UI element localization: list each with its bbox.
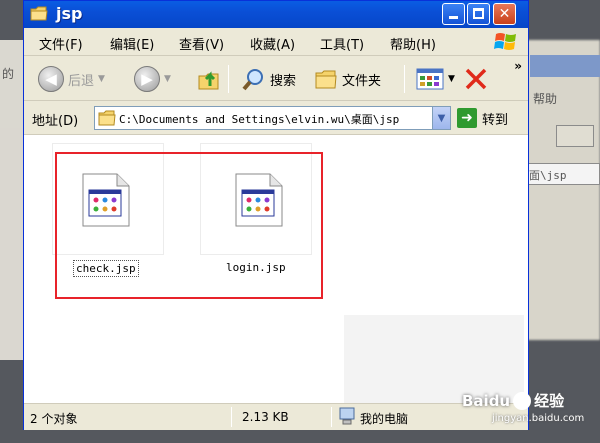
folder-icon	[30, 6, 48, 21]
status-bar: 2 个对象 2.13 KB 我的电脑	[24, 403, 528, 430]
background-path-text: 面\jsp	[529, 169, 567, 182]
status-separator	[231, 407, 232, 427]
baidu-paw-icon	[513, 391, 532, 410]
menu-tools[interactable]: 工具(T)	[320, 34, 364, 53]
folder-icon	[98, 110, 116, 126]
back-button[interactable]: ◀ 后退 ▼	[38, 65, 105, 93]
chevron-down-icon: ▼	[448, 74, 455, 84]
address-label: 地址(D)	[32, 114, 79, 129]
my-computer-icon	[339, 407, 355, 425]
up-folder-button[interactable]	[196, 65, 222, 93]
title-bar[interactable]: jsp ✕	[24, 1, 528, 28]
highlight-annotation-box	[55, 152, 323, 299]
chevron-down-icon: ▼	[98, 74, 105, 84]
explorer-window: jsp ✕ 文件(F) 编辑(E) 查看(V) 收藏(A) 工具(T) 帮助(H…	[23, 0, 529, 430]
windows-logo-icon	[494, 33, 516, 50]
toolbar-separator	[228, 65, 229, 93]
views-grid-icon	[416, 68, 444, 90]
menu-favorites[interactable]: 收藏(A)	[250, 34, 295, 53]
address-input[interactable]: C:\Documents and Settings\elvin.wu\桌面\js…	[94, 106, 451, 130]
delete-button[interactable]	[464, 65, 488, 93]
back-arrow-icon: ◀	[38, 66, 64, 92]
delete-x-icon	[465, 68, 487, 90]
standard-toolbar: ◀ 后退 ▼ ▶ ▼ 搜索 文件夹 ▼ »	[24, 57, 528, 101]
maximize-icon	[473, 8, 484, 19]
menu-help[interactable]: 帮助(H)	[390, 34, 436, 53]
folders-button[interactable]: 文件夹	[314, 65, 381, 93]
go-button[interactable]: ➜ 转到	[457, 106, 508, 130]
close-icon: ✕	[498, 6, 511, 22]
search-icon	[242, 69, 263, 91]
forward-button[interactable]: ▶ ▼	[134, 65, 171, 93]
status-object-count: 2 个对象	[30, 412, 78, 426]
folders-label: 文件夹	[342, 73, 382, 89]
menu-edit[interactable]: 编辑(E)	[110, 34, 154, 53]
toolbar-more-chevron[interactable]: »	[514, 59, 522, 73]
search-label: 搜索	[270, 73, 297, 89]
maximize-button[interactable]	[467, 3, 490, 25]
chevron-down-icon: ▼	[437, 112, 446, 124]
baidu-suffix-text: 经验	[534, 392, 565, 410]
back-label: 后退	[68, 73, 95, 89]
chevron-down-icon: ▼	[164, 74, 171, 84]
minimize-button[interactable]	[442, 3, 465, 25]
file-list-pane[interactable]: check.jsp login.jsp	[24, 135, 528, 405]
views-button[interactable]: ▼	[416, 65, 455, 93]
status-size: 2.13 KB	[242, 410, 289, 424]
close-button[interactable]: ✕	[493, 3, 516, 25]
address-path: C:\Documents and Settings\elvin.wu\桌面\js…	[119, 113, 400, 126]
toolbar-separator	[404, 65, 405, 93]
folders-icon	[315, 70, 337, 89]
address-dropdown-button[interactable]: ▼	[432, 107, 450, 129]
status-separator	[331, 407, 332, 427]
baidu-watermark: Baidu 经验	[462, 390, 564, 411]
status-location: 我的电脑	[360, 412, 409, 426]
forward-arrow-icon: ▶	[134, 66, 160, 92]
address-bar: 地址(D) C:\Documents and Settings\elvin.wu…	[24, 101, 528, 135]
background-titlebar	[530, 55, 600, 77]
up-folder-icon	[198, 71, 219, 90]
background-menu-help: 帮助	[533, 92, 558, 106]
background-text: 的	[2, 67, 15, 81]
go-label: 转到	[482, 112, 509, 128]
menu-file[interactable]: 文件(F)	[39, 34, 83, 53]
go-arrow-icon: ➜	[457, 108, 477, 128]
background-address-field: 面\jsp	[525, 163, 600, 185]
background-view-button	[556, 125, 594, 147]
baidu-brand-text: Baidu	[462, 391, 511, 410]
menu-bar: 文件(F) 编辑(E) 查看(V) 收藏(A) 工具(T) 帮助(H)	[24, 28, 528, 56]
search-button[interactable]: 搜索	[242, 65, 296, 93]
minimize-icon	[449, 16, 458, 19]
menu-view[interactable]: 查看(V)	[179, 34, 224, 53]
baidu-url-text: jingyan.baidu.com	[492, 413, 585, 424]
window-title: jsp	[56, 4, 83, 23]
